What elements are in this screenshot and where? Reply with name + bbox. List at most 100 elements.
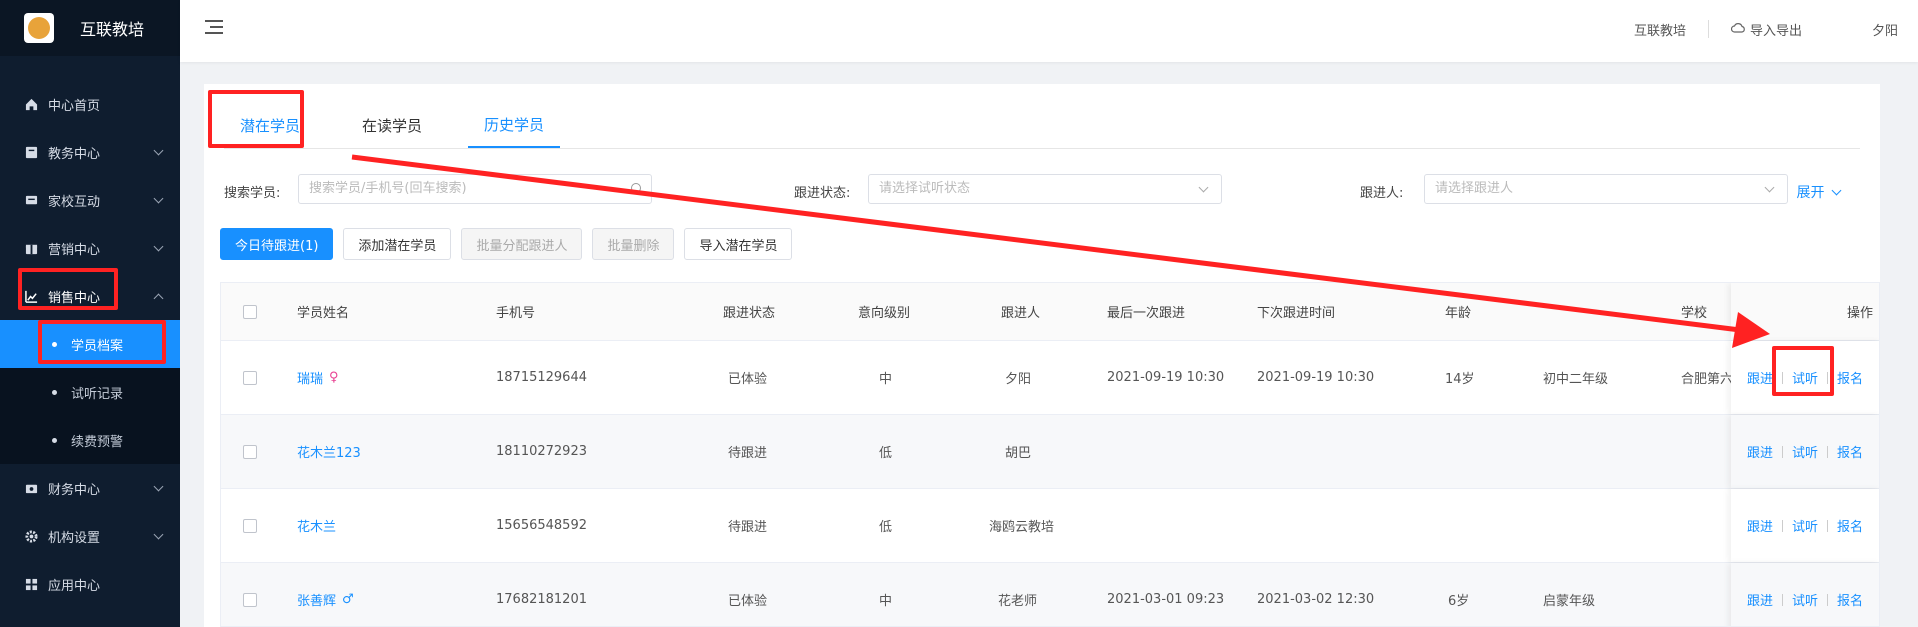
annotation-box-sales-center (18, 268, 118, 310)
student-name-cell: 花木兰 (297, 489, 336, 562)
student-name-cell: 瑞瑞 ♀ (297, 341, 339, 414)
followup-link[interactable]: 跟进 (1747, 368, 1773, 387)
trial-link[interactable]: 试听 (1792, 442, 1818, 461)
home-icon (24, 97, 38, 111)
sidebar-item-finance[interactable]: 财务中心 (0, 464, 180, 512)
action-buttons: 今日待跟进(1) 添加潜在学员 批量分配跟进人 批量删除 导入潜在学员 (220, 228, 802, 260)
status-cell: 已体验 (728, 594, 768, 609)
sidebar-item-edu[interactable]: 教务中心 (0, 128, 180, 176)
menu-toggle-icon[interactable] (205, 20, 223, 34)
student-name-link[interactable]: 瑞瑞 (297, 368, 323, 387)
table-row: 瑞瑞 ♀ 18715129644 已体验 中 夕阳 2021-09-19 10:3… (221, 341, 1879, 415)
status-select[interactable]: 请选择试听状态 (868, 174, 1222, 204)
status-cell: 待跟进 (728, 446, 768, 461)
search-input[interactable]: 搜索学员/手机号(回车搜索) (298, 174, 652, 204)
search-label: 搜索学员: (224, 186, 281, 201)
col-level: 意向级别 (858, 306, 911, 321)
search-placeholder: 搜索学员/手机号(回车搜索) (309, 181, 467, 196)
chevron-down-icon (1198, 182, 1209, 193)
followup-link[interactable]: 跟进 (1747, 590, 1773, 609)
last-followup-cell: 2021-09-19 10:30 (1107, 370, 1225, 385)
sidebar-item-apps[interactable]: 应用中心 (0, 560, 180, 608)
next-followup-cell: 2021-09-19 10:30 (1257, 370, 1375, 385)
student-name-link[interactable]: 花木兰123 (297, 442, 361, 461)
col-actions: 操作 (1847, 306, 1874, 321)
enroll-link[interactable]: 报名 (1837, 368, 1863, 387)
bullet-dot-icon (52, 389, 57, 395)
user-name[interactable]: 夕阳 (1872, 20, 1898, 39)
tab-divider (224, 148, 1860, 149)
followup-link[interactable]: 跟进 (1747, 442, 1773, 461)
followup-link[interactable]: 跟进 (1747, 516, 1773, 535)
trial-link[interactable]: 试听 (1792, 516, 1818, 535)
enroll-link[interactable]: 报名 (1837, 516, 1863, 535)
sidebar-item-label: 家校互动 (48, 194, 101, 210)
import-export-link[interactable]: 导入导出 (1750, 20, 1802, 39)
row-checkbox[interactable] (243, 341, 257, 414)
status-cell: 待跟进 (728, 520, 768, 535)
age-cell: 6岁 (1448, 594, 1470, 609)
follower-label: 跟进人: (1360, 186, 1404, 201)
header-org-name[interactable]: 互联教培 (1634, 20, 1686, 39)
chevron-down-icon (153, 529, 164, 540)
status-placeholder: 请选择试听状态 (879, 181, 971, 196)
chat-icon (24, 193, 38, 207)
tab-history-students[interactable]: 历史学员 (468, 102, 561, 148)
ops-column-header: 操作 (1731, 283, 1879, 340)
select-all-checkbox[interactable] (243, 283, 257, 340)
add-potential-student-button[interactable]: 添加潜在学员 (343, 228, 452, 260)
ops-cell: 跟进 试听 报名 (1731, 489, 1879, 562)
follower-select[interactable]: 请选择跟进人 (1424, 174, 1788, 204)
cloud-icon (1730, 22, 1745, 37)
age-cell: 14岁 (1445, 372, 1475, 387)
content-panel: 潜在学员 在读学员 历史学员 搜索学员: 搜索学员/手机号(回车搜索) 跟进状态… (204, 84, 1880, 627)
col-phone: 手机号 (496, 306, 536, 321)
sidebar-subitem-trial-records[interactable]: 试听记录 (0, 368, 180, 416)
trial-link[interactable]: 试听 (1792, 590, 1818, 609)
student-name-cell: 花木兰123 (297, 415, 361, 488)
import-potential-student-button[interactable]: 导入潜在学员 (684, 228, 793, 260)
tab-current-students[interactable]: 在读学员 (346, 102, 438, 148)
row-checkbox[interactable] (243, 489, 257, 562)
batch-assign-button[interactable]: 批量分配跟进人 (461, 228, 583, 260)
phone-cell: 18715129644 (496, 370, 587, 385)
sidebar-item-homeschool[interactable]: 家校互动 (0, 176, 180, 224)
status-cell: 已体验 (728, 372, 768, 387)
chevron-down-icon (153, 193, 164, 204)
gift-icon (24, 241, 38, 255)
search-icon (631, 183, 641, 193)
phone-cell: 15656548592 (496, 518, 587, 533)
bullet-dot-icon (52, 437, 57, 443)
enroll-link[interactable]: 报名 (1837, 442, 1863, 461)
level-cell: 低 (879, 446, 893, 461)
sidebar-item-marketing[interactable]: 营销中心 (0, 224, 180, 272)
grid-icon (24, 577, 38, 591)
sidebar-item-org[interactable]: 机构设置 (0, 512, 180, 560)
expand-label: 展开 (1796, 185, 1825, 201)
today-followup-button[interactable]: 今日待跟进(1) (220, 228, 334, 260)
annotation-box-student-archive (38, 320, 166, 364)
school-cell: 合肥第六 (1681, 372, 1734, 387)
student-name-cell: 张善辉 ♂ (297, 563, 354, 626)
row-checkbox[interactable] (243, 563, 257, 626)
sidebar-item-label: 中心首页 (48, 98, 101, 114)
enroll-link[interactable]: 报名 (1837, 590, 1863, 609)
annotation-box-potential-tab (208, 90, 304, 148)
expand-filter-button[interactable]: 展开 (1796, 182, 1842, 202)
chevron-down-icon (1764, 182, 1775, 193)
ops-cell: 跟进 试听 报名 (1731, 563, 1879, 626)
grade-cell: 初中二年级 (1543, 372, 1609, 387)
student-name-link[interactable]: 张善辉 (297, 590, 336, 609)
phone-cell: 18110272923 (496, 444, 587, 459)
male-icon: ♂ (342, 592, 354, 607)
col-age: 年龄 (1445, 306, 1472, 321)
annotation-box-trial-link (1772, 346, 1834, 396)
row-checkbox[interactable] (243, 415, 257, 488)
follower-cell: 夕阳 (1005, 372, 1032, 387)
level-cell: 中 (879, 372, 893, 387)
subitem-label: 试听记录 (71, 386, 124, 402)
batch-delete-button[interactable]: 批量删除 (592, 228, 675, 260)
sidebar-item-home[interactable]: 中心首页 (0, 80, 180, 128)
student-name-link[interactable]: 花木兰 (297, 516, 336, 535)
sidebar-subitem-renewal-alert[interactable]: 续费预警 (0, 416, 180, 464)
